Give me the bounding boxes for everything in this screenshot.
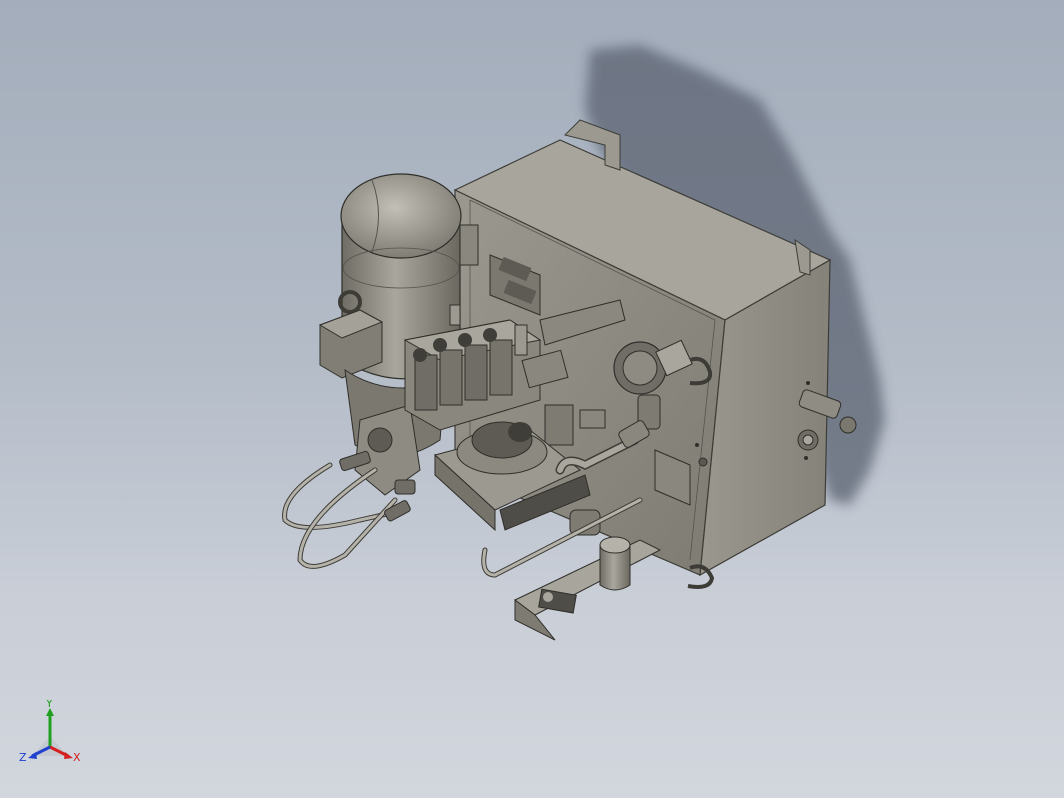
- triad-y-label: Y: [45, 700, 53, 710]
- triad-z-arrow: [28, 752, 37, 759]
- triad-x-arrow: [64, 752, 73, 759]
- orientation-triad: Y X Z: [19, 700, 81, 764]
- triad-z-label: Z: [19, 751, 27, 764]
- triad-x-label: X: [73, 751, 81, 764]
- graphics-viewport[interactable]: [0, 0, 1064, 798]
